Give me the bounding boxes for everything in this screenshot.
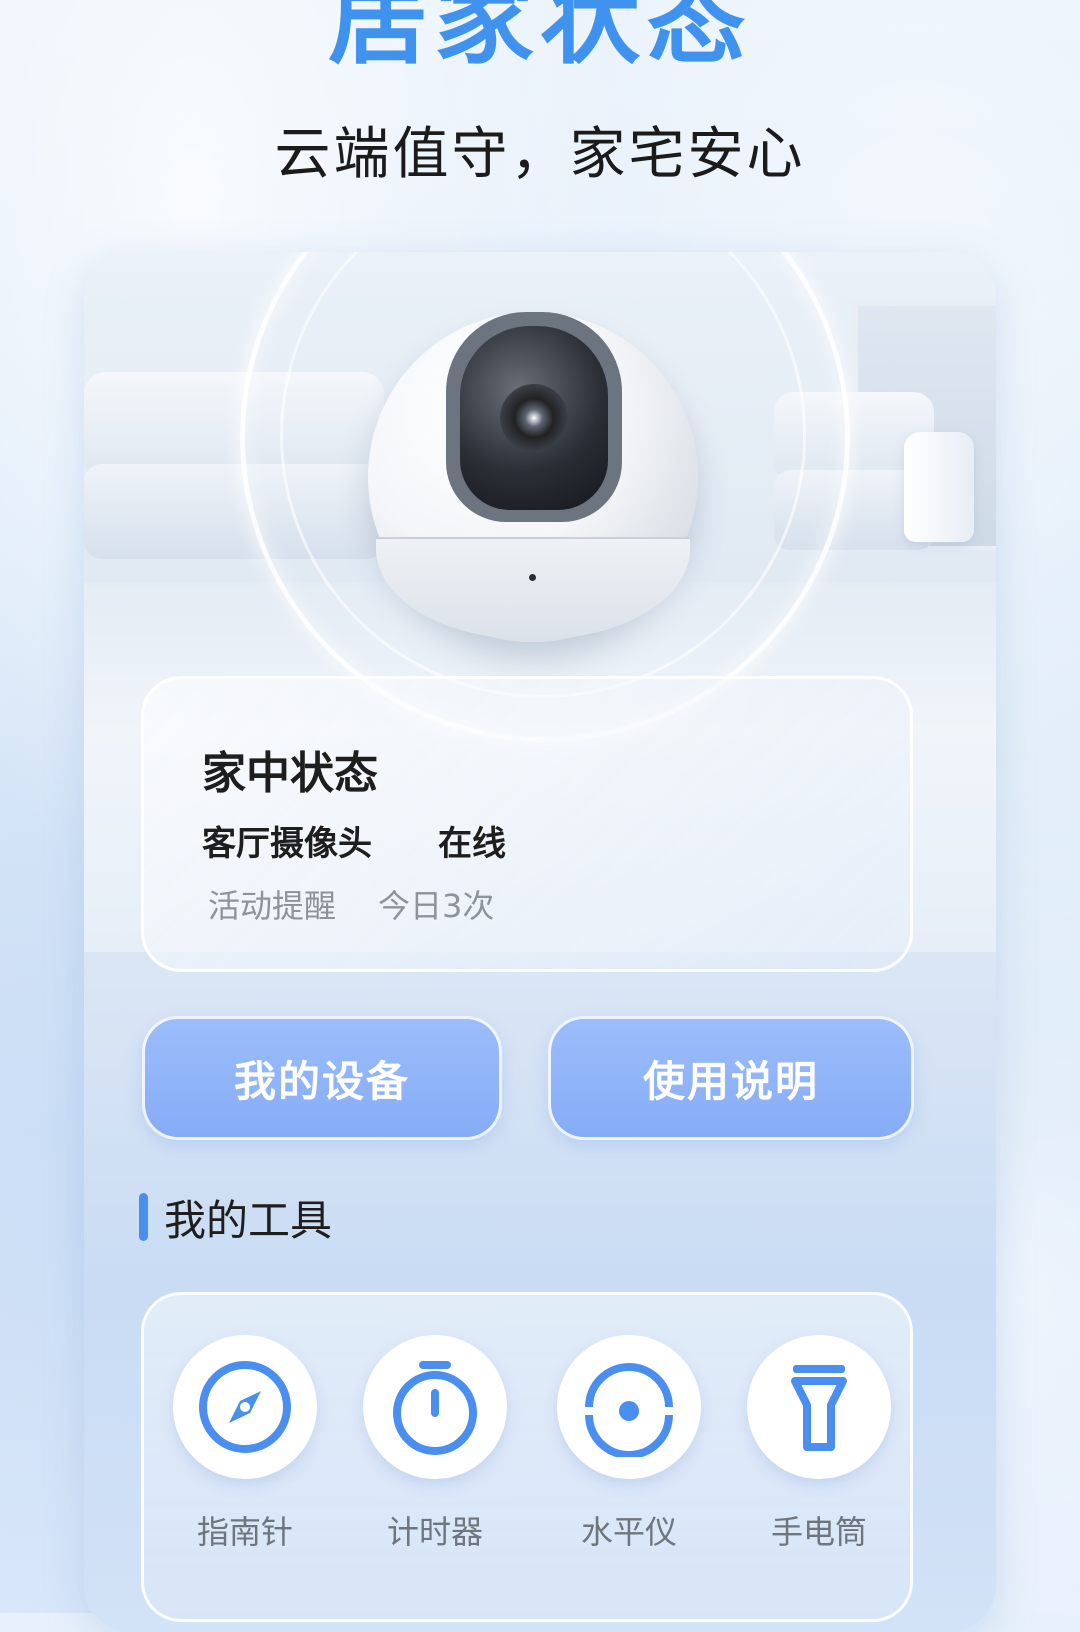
tool-flashlight[interactable]: 手电筒 [744,1335,894,1553]
tools-section-heading: 我的工具 [139,1190,332,1245]
tools-grid: 指南针 计时器 水平仪 手电筒 [141,1292,913,1622]
security-camera-image [368,312,698,642]
tool-timer[interactable]: 计时器 [360,1335,510,1553]
activity-alert-label: 活动提醒 [208,887,337,925]
activity-alert-count: 今日3次 [378,887,495,925]
tool-level[interactable]: 水平仪 [554,1335,704,1553]
device-name: 客厅摄像头 [202,824,372,864]
device-online-status: 在线 [438,824,506,864]
section-accent-bar [139,1193,148,1241]
app-screen: 家中状态 客厅摄像头 在线 活动提醒 今日3次 我的设备 使用说明 我的工具 指… [84,252,996,1632]
tools-title: 我的工具 [164,1195,333,1245]
home-status-card[interactable]: 家中状态 客厅摄像头 在线 活动提醒 今日3次 [141,676,913,972]
compass-icon [173,1335,317,1479]
tool-label: 计时器 [386,1513,483,1551]
page-title: 居家状态 [328,0,752,78]
status-title: 家中状态 [202,748,378,799]
page-subtitle: 云端值守，家宅安心 [274,122,806,187]
user-manual-button[interactable]: 使用说明 [548,1016,914,1140]
timer-icon [363,1335,507,1479]
my-devices-button[interactable]: 我的设备 [142,1016,502,1140]
room-vase [904,432,974,542]
tool-label: 水平仪 [580,1513,677,1551]
camera-lens [500,384,568,452]
tool-label: 指南针 [196,1513,293,1551]
tool-compass[interactable]: 指南针 [170,1335,320,1553]
level-icon [557,1335,701,1479]
flashlight-icon [747,1335,891,1479]
camera-indicator-light [529,574,536,581]
tool-label: 手电筒 [770,1513,867,1551]
